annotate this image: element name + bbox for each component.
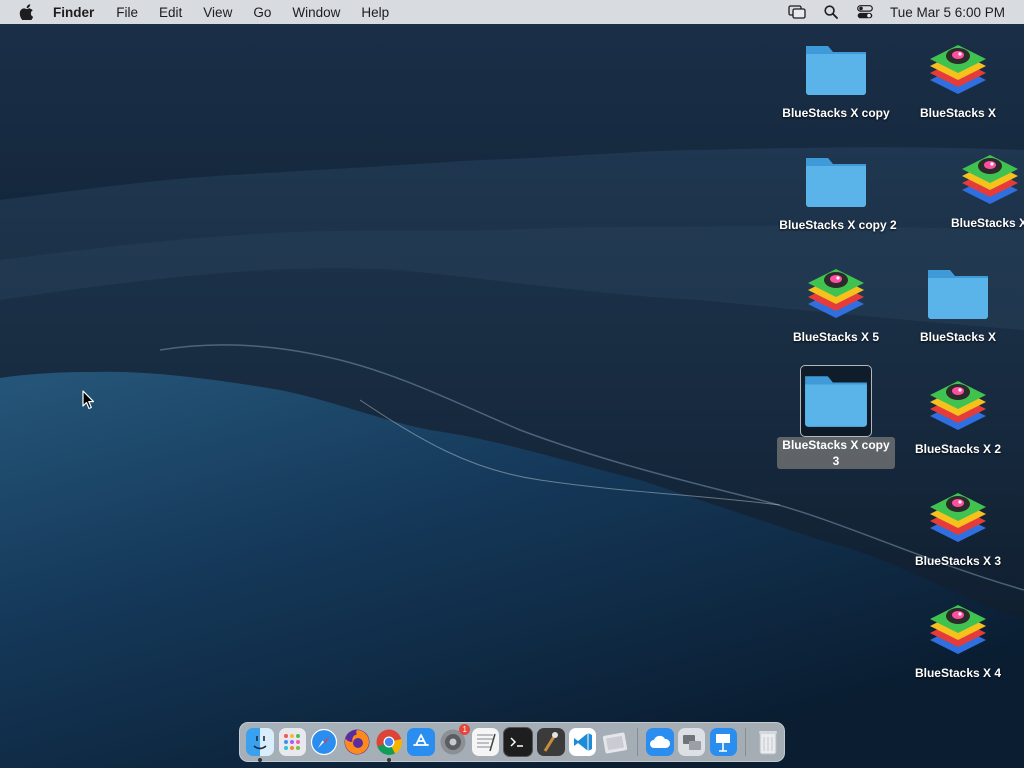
desktop-folder-bluestacks-x-copy[interactable]: BlueStacks X copy <box>775 36 897 122</box>
desktop-app-bluestacks-x-5[interactable]: BlueStacks X 5 <box>775 260 897 346</box>
menu-app-name[interactable]: Finder <box>53 5 94 20</box>
icloud-icon[interactable] <box>646 728 674 756</box>
desktop-icon-label: BlueStacks X copy 2 <box>779 218 897 232</box>
bluestacks-app-icon <box>802 260 870 328</box>
menu-edit[interactable]: Edit <box>159 5 182 20</box>
terminal-icon[interactable] <box>503 727 533 757</box>
system-settings-icon[interactable]: 1 <box>439 724 471 756</box>
desktop-icon-label: BlueStacks X 4 <box>914 666 1002 680</box>
notification-badge: 1 <box>459 724 471 735</box>
chrome-icon[interactable] <box>375 728 403 762</box>
screen-mirroring-icon[interactable] <box>788 3 806 21</box>
desktop-folder-bluestacks-x[interactable]: BlueStacks X <box>897 260 1019 346</box>
desktop-folder-bluestacks-x-copy-3[interactable]: BlueStacks X copy 3 <box>775 365 897 470</box>
launchpad-icon[interactable] <box>278 728 306 756</box>
dock-separator <box>745 728 747 756</box>
trash-icon[interactable] <box>754 728 781 756</box>
control-center-icon[interactable] <box>856 3 874 21</box>
desktop-app-bluestacks-x-2[interactable]: BlueStacks X 2 <box>897 372 1019 458</box>
menu-file[interactable]: File <box>116 5 138 20</box>
desktop-icon-label: BlueStacks X copy 3 <box>777 437 895 469</box>
keynote-icon[interactable] <box>709 728 738 756</box>
desktop-icon-label: BlueStacks X 5 <box>792 330 880 344</box>
folder-icon <box>800 365 872 437</box>
safari-icon[interactable] <box>310 728 338 756</box>
firefox-icon[interactable] <box>343 728 371 756</box>
dock-separator <box>636 728 638 756</box>
desktop-icon-label: BlueStacks X <box>919 106 997 120</box>
dock: 1 <box>239 722 785 762</box>
desktop-icon-label: BlueStacks X copy <box>782 106 890 120</box>
desktop-folder-bluestacks-x-copy-2[interactable]: BlueStacks X copy 2 <box>775 148 897 234</box>
desktop-icon-label: BlueStacks X <box>919 330 997 344</box>
menu-go[interactable]: Go <box>253 5 271 20</box>
bluestacks-app-icon <box>924 372 992 440</box>
desktop-app-bluestacks-x-offscreen[interactable]: BlueStacks X <box>928 146 1024 231</box>
mouse-cursor-icon <box>82 390 95 410</box>
bluestacks-app-icon <box>924 596 992 664</box>
folder-icon <box>802 148 870 216</box>
apple-menu-icon[interactable] <box>19 4 35 20</box>
running-indicator <box>387 758 392 762</box>
migration-assistant-icon[interactable] <box>677 728 706 756</box>
folder-icon <box>924 260 992 328</box>
menu-window[interactable]: Window <box>292 5 340 20</box>
textedit-icon[interactable] <box>471 728 500 756</box>
desktop-icon-label: BlueStacks X 3 <box>914 554 1002 568</box>
finder-icon[interactable] <box>246 728 275 762</box>
desktop-app-bluestacks-x[interactable]: BlueStacks X <box>897 36 1019 122</box>
preview-icon[interactable] <box>601 728 629 756</box>
folder-icon <box>802 36 870 104</box>
bluestacks-app-icon <box>924 484 992 552</box>
menu-bar: Finder File Edit View Go Window Help Tue… <box>0 0 1024 24</box>
menu-help[interactable]: Help <box>361 5 389 20</box>
instruments-icon[interactable] <box>537 728 565 756</box>
desktop-app-bluestacks-x-3[interactable]: BlueStacks X 3 <box>897 484 1019 570</box>
app-store-icon[interactable] <box>407 728 435 756</box>
vscode-icon[interactable] <box>568 728 597 756</box>
desktop-icon-label: BlueStacks X <box>951 216 1024 230</box>
bluestacks-app-icon <box>924 36 992 104</box>
desktop-icon-label: BlueStacks X 2 <box>914 442 1002 456</box>
spotlight-search-icon[interactable] <box>822 3 840 21</box>
running-indicator <box>258 758 263 762</box>
desktop-app-bluestacks-x-4[interactable]: BlueStacks X 4 <box>897 596 1019 682</box>
menu-view[interactable]: View <box>203 5 232 20</box>
bluestacks-app-icon <box>956 146 1024 214</box>
menu-bar-clock[interactable]: Tue Mar 5 6:00 PM <box>890 5 1005 20</box>
